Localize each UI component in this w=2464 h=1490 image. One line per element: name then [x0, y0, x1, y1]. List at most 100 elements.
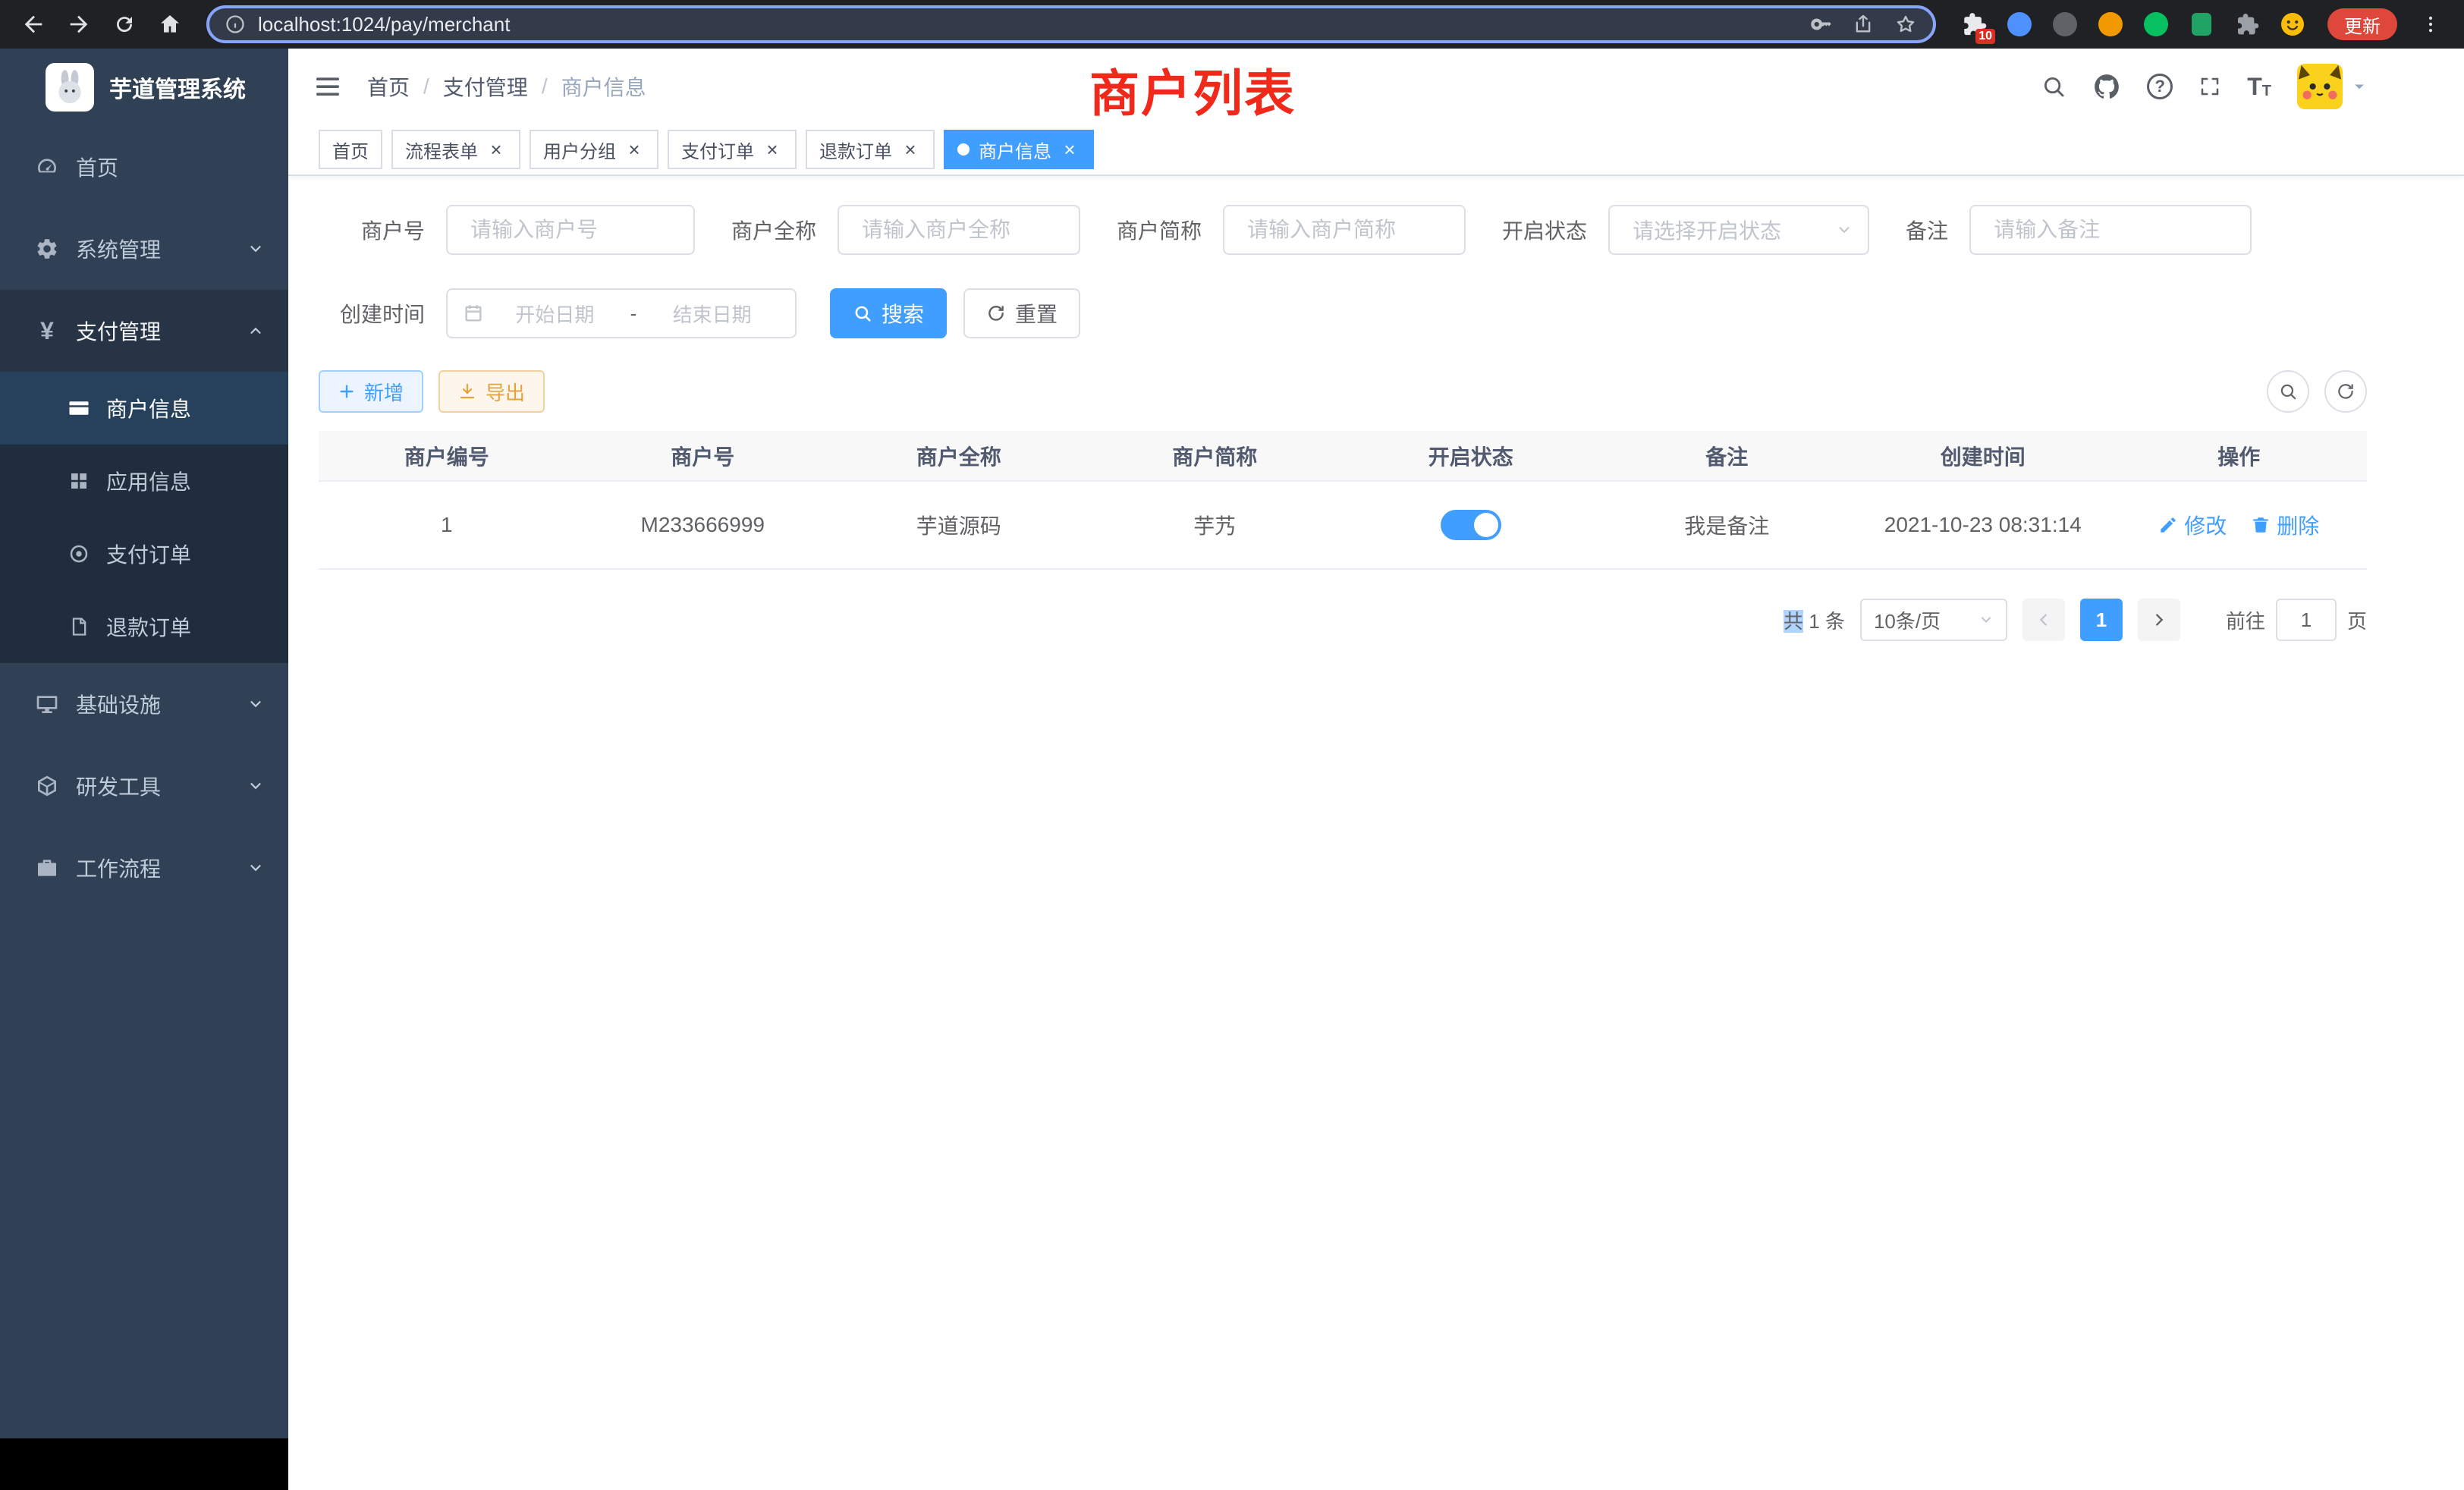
- tag-view-home[interactable]: 首页: [319, 130, 382, 169]
- extension-smiley-icon[interactable]: [2279, 11, 2306, 38]
- create-time-range-picker[interactable]: 开始日期 - 结束日期: [446, 288, 797, 338]
- hamburger-icon[interactable]: [313, 71, 343, 102]
- sidebar-item-label: 支付管理: [76, 316, 161, 346]
- close-icon[interactable]: ×: [486, 139, 507, 160]
- cell-full-name: 芋道源码: [831, 481, 1087, 569]
- chevron-down-icon: [1978, 612, 1994, 627]
- status-select[interactable]: 请选择开启状态: [1608, 205, 1869, 255]
- chevron-up-icon: [247, 322, 264, 339]
- filter-create-time: 创建时间 开始日期 - 结束日期: [319, 288, 797, 338]
- search-icon[interactable]: [2041, 74, 2066, 99]
- close-icon[interactable]: ×: [900, 139, 921, 160]
- col-header-create-time: 创建时间: [1855, 431, 2111, 481]
- merchant-name-input[interactable]: [838, 205, 1080, 255]
- sidebar-item-payment[interactable]: ¥ 支付管理: [0, 290, 288, 372]
- prev-page-button[interactable]: [2022, 599, 2065, 641]
- bookmark-star-icon[interactable]: [1894, 12, 1918, 36]
- extension-puzzle-icon[interactable]: 10: [1960, 11, 1988, 38]
- next-page-button[interactable]: [2138, 599, 2180, 641]
- url-text: localhost:1024/pay/merchant: [258, 13, 1798, 36]
- status-toggle[interactable]: [1441, 510, 1501, 540]
- tag-label: 首页: [332, 137, 369, 163]
- tag-view-user-group[interactable]: 用户分组×: [530, 130, 658, 169]
- address-bar[interactable]: localhost:1024/pay/merchant: [206, 5, 1936, 43]
- filter-label: 商户号: [319, 215, 425, 245]
- table-header-row: 商户编号 商户号 商户全称 商户简称 开启状态 备注 创建时间 操作: [319, 431, 2367, 481]
- chevron-down-icon: [247, 860, 264, 876]
- page-size-select[interactable]: 10条/页: [1860, 599, 2007, 641]
- site-info-icon[interactable]: [225, 14, 246, 35]
- font-size-icon[interactable]: TT: [2247, 74, 2271, 99]
- toggle-search-button[interactable]: [2267, 370, 2309, 413]
- tags-view-bar: 首页 流程表单× 用户分组× 支付订单 × 退款订单× 商户信息 ×: [288, 124, 2464, 176]
- tag-label: 支付订单: [681, 137, 754, 163]
- sidebar-item-system[interactable]: 系统管理: [0, 208, 288, 290]
- delete-link[interactable]: 删除: [2251, 510, 2319, 540]
- merchant-no-input[interactable]: [446, 205, 695, 255]
- reset-button[interactable]: 重置: [963, 288, 1080, 338]
- extension-gray-puzzle-icon[interactable]: [2233, 11, 2261, 38]
- pagination: 共 1 条 10条/页 1 前往 页: [319, 599, 2367, 641]
- col-header-actions: 操作: [2111, 431, 2368, 481]
- merchant-short-name-input[interactable]: [1223, 205, 1466, 255]
- breadcrumb-item-current: 商户信息: [561, 71, 646, 102]
- tag-label: 商户信息: [979, 137, 1051, 163]
- export-button[interactable]: 导出: [438, 370, 545, 413]
- tag-view-process-form[interactable]: 流程表单×: [391, 130, 520, 169]
- search-button[interactable]: 搜索: [830, 288, 947, 338]
- breadcrumb: 首页 / 支付管理 / 商户信息: [367, 71, 646, 102]
- breadcrumb-item[interactable]: 首页: [367, 71, 410, 102]
- browser-update-button[interactable]: 更新: [2327, 8, 2397, 40]
- sidebar-item-label: 研发工具: [76, 771, 161, 801]
- close-icon[interactable]: ×: [624, 139, 645, 160]
- close-icon[interactable]: ×: [1059, 139, 1080, 160]
- sidebar-item-pay-order[interactable]: 支付订单: [0, 517, 288, 590]
- fullscreen-icon[interactable]: [2198, 75, 2221, 98]
- sidebar-item-merchant-info[interactable]: 商户信息: [0, 372, 288, 445]
- user-menu[interactable]: [2297, 64, 2367, 109]
- select-placeholder: 请选择开启状态: [1633, 215, 1781, 245]
- extension-dark-icon[interactable]: [2051, 11, 2079, 38]
- add-button[interactable]: 新增: [319, 370, 423, 413]
- goto-page-input[interactable]: [2276, 599, 2337, 641]
- monitor-icon: [33, 692, 61, 716]
- app-window: 芋道管理系统 首页 系统管理 ¥ 支付管理: [0, 49, 2464, 1490]
- refresh-button[interactable]: [2324, 370, 2367, 413]
- edit-link[interactable]: 修改: [2158, 510, 2227, 540]
- breadcrumb-item[interactable]: 支付管理: [443, 71, 528, 102]
- cell-merchant-no: M233666999: [575, 481, 831, 569]
- browser-menu-icon[interactable]: [2409, 3, 2452, 46]
- filter-status: 开启状态 请选择开启状态: [1502, 205, 1869, 255]
- tag-view-refund-order[interactable]: 退款订单×: [806, 130, 935, 169]
- sidebar-item-label: 退款订单: [106, 611, 191, 642]
- sidebar-item-home[interactable]: 首页: [0, 126, 288, 208]
- filter-label: 商户全称: [731, 215, 816, 245]
- user-avatar[interactable]: [2297, 64, 2343, 109]
- close-icon[interactable]: ×: [762, 139, 783, 160]
- page-number-button[interactable]: 1: [2080, 599, 2123, 641]
- sidebar-item-app-info[interactable]: 应用信息: [0, 445, 288, 517]
- button-label: 新增: [364, 378, 404, 406]
- page-size-value: 10条/页: [1874, 606, 1941, 634]
- browser-home-icon[interactable]: [149, 3, 191, 46]
- browser-reload-icon[interactable]: [103, 3, 146, 46]
- extension-green-icon[interactable]: [2142, 11, 2170, 38]
- sidebar-item-devtools[interactable]: 研发工具: [0, 745, 288, 827]
- browser-forward-icon[interactable]: [58, 3, 100, 46]
- extension-avatar-icon[interactable]: [2097, 11, 2124, 38]
- browser-back-icon[interactable]: [12, 3, 55, 46]
- share-icon[interactable]: [1853, 13, 1874, 36]
- extension-note-icon[interactable]: [2188, 11, 2215, 38]
- sidebar-menu: 芋道管理系统 首页 系统管理 ¥ 支付管理: [0, 49, 288, 1438]
- extension-pin-icon[interactable]: [2006, 11, 2033, 38]
- github-icon[interactable]: [2092, 72, 2121, 101]
- help-icon[interactable]: ?: [2147, 74, 2173, 99]
- sidebar-item-refund-order[interactable]: 退款订单: [0, 590, 288, 663]
- password-key-icon[interactable]: [1810, 13, 1833, 36]
- remark-input[interactable]: [1969, 205, 2252, 255]
- sidebar-item-infrastructure[interactable]: 基础设施: [0, 663, 288, 745]
- caret-down-icon: [2352, 79, 2367, 94]
- sidebar-item-workflow[interactable]: 工作流程: [0, 827, 288, 909]
- tag-view-merchant-info-active[interactable]: 商户信息 ×: [944, 130, 1094, 169]
- tag-view-pay-order[interactable]: 支付订单 ×: [668, 130, 797, 169]
